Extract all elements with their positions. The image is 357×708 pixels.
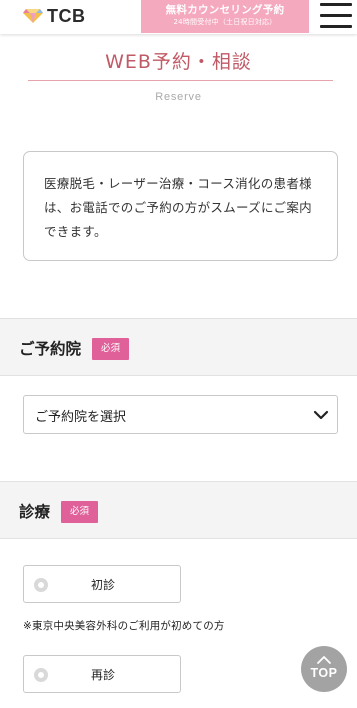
cta-main-label: 無料カウンセリング予約: [165, 4, 285, 16]
page-title: WEB予約・相談: [105, 51, 252, 73]
required-badge: 必須: [92, 338, 130, 360]
clinic-select-value: ご予約院を選択: [35, 410, 127, 425]
title-divider: [28, 80, 333, 81]
back-to-top-button[interactable]: TOP: [301, 646, 347, 692]
return-visit-option[interactable]: 再診: [23, 655, 181, 693]
hamburger-menu-icon[interactable]: [318, 0, 354, 32]
notice-text: 医療脱毛・レーザー治療・コース消化の患者様は、お電話でのご予約の方がスムーズにご…: [44, 176, 312, 239]
clinic-section-header: ご予約院 必須: [0, 318, 357, 376]
cta-sub-label: 24時間受付中（土日祝日対応）: [173, 18, 277, 26]
first-visit-option[interactable]: 初診: [23, 565, 181, 603]
clinic-section-title: ご予約院: [19, 340, 82, 358]
page-subtitle: Reserve: [155, 91, 202, 103]
logo-text: TCB: [47, 5, 86, 26]
chevron-up-icon: [317, 656, 331, 664]
phone-reservation-notice: 医療脱毛・レーザー治療・コース消化の患者様は、お電話でのご予約の方がスムーズにご…: [23, 151, 338, 261]
visit-section-header: 診療 必須: [0, 481, 357, 539]
first-visit-label: 初診: [90, 578, 115, 592]
back-to-top-label: TOP: [310, 666, 338, 680]
first-visit-note: ※東京中央美容外科のご利用が初めての方: [23, 620, 225, 632]
return-visit-label: 再診: [90, 668, 115, 682]
required-badge: 必須: [61, 501, 99, 523]
chevron-down-icon: [313, 410, 329, 420]
clinic-select[interactable]: ご予約院を選択: [23, 395, 338, 434]
tcb-logo[interactable]: TCB: [22, 5, 86, 27]
diamond-logo-icon: [23, 9, 43, 23]
visit-section-title: 診療: [19, 503, 51, 521]
site-header: TCB 無料カウンセリング予約 24時間受付中（土日祝日対応）: [0, 0, 357, 34]
free-counseling-button[interactable]: 無料カウンセリング予約 24時間受付中（土日祝日対応）: [141, 0, 309, 33]
